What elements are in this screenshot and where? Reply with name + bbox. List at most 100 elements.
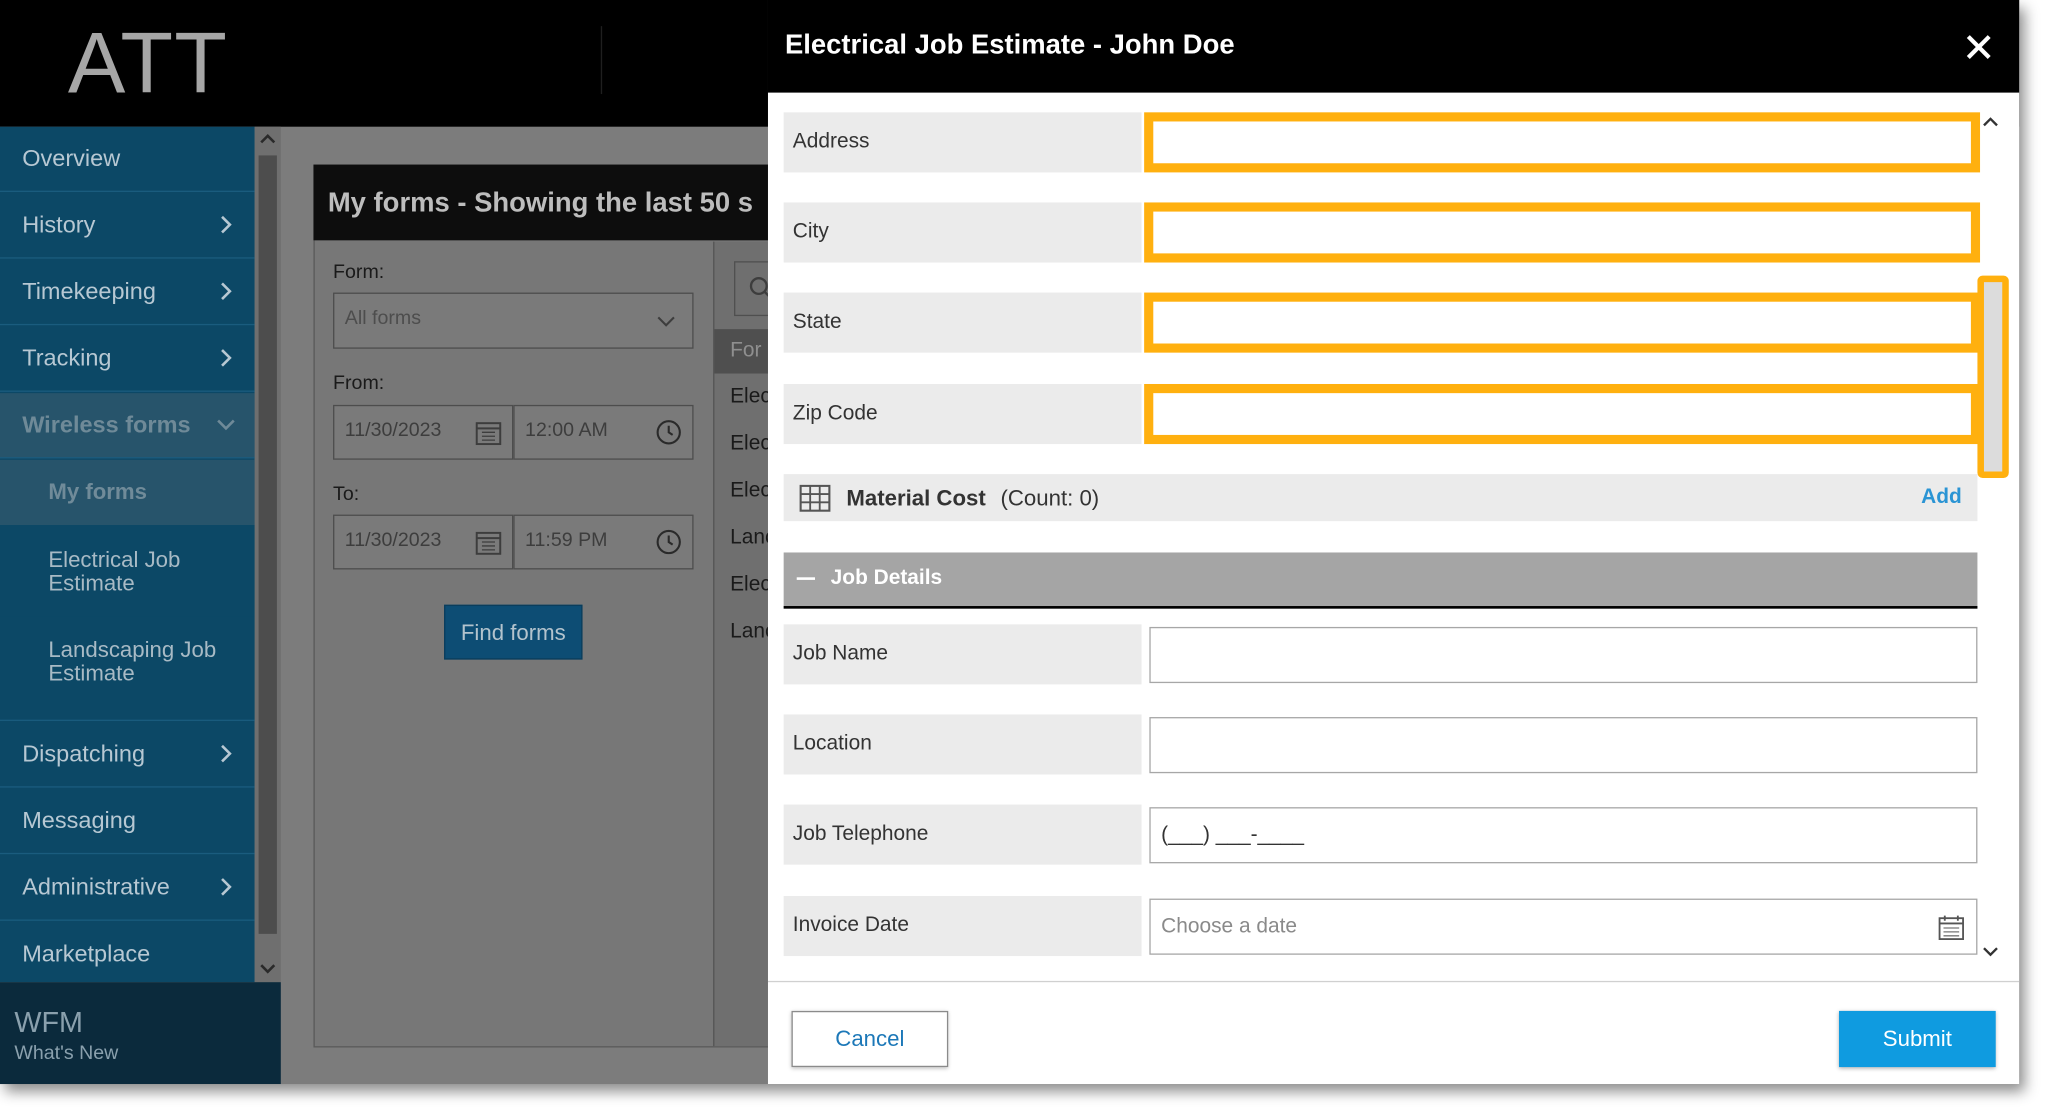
clock-icon[interactable] [656,529,682,555]
sidebar-subitem-my-forms[interactable]: My forms [0,459,255,526]
sidebar-item-label: History [22,211,96,238]
sidebar-subitem-label: Landscaping Job Estimate [48,637,217,686]
zip-code-input[interactable] [1144,383,1981,445]
cancel-button[interactable]: Cancel [791,1010,949,1068]
invoice-date-input[interactable]: Choose a date [1149,898,1978,955]
sidebar-scroll-thumb[interactable] [258,155,277,934]
job-details-section-title: Job Details [830,566,943,590]
sidebar-item-label: Messaging [22,807,136,834]
form-filter-label: Form: [333,261,385,284]
scroll-up-icon[interactable] [260,132,276,145]
sidebar-item-label: Tracking [22,344,112,371]
material-cost-add-link[interactable]: Add [1921,486,1962,510]
scroll-down-icon[interactable] [260,963,276,976]
job-telephone-input[interactable]: (___) ___-____ [1149,807,1978,864]
chevron-right-icon [221,744,232,763]
from-time-input[interactable]: 12:00 AM [513,404,694,460]
sidebar-scrollbar[interactable] [254,126,281,983]
sidebar-subitem-electrical-job-estimate[interactable]: Electrical Job Estimate [0,525,255,617]
from-date-input[interactable]: 11/30/2023 [333,404,514,460]
sidebar-item-overview[interactable]: Overview [0,127,255,192]
calendar-icon[interactable] [475,529,502,555]
scroll-up-icon[interactable] [1983,116,1999,127]
material-cost-count: (Count: 0) [1000,485,1100,511]
stage: ATT Overview History Timekeeping Trackin… [0,0,2048,1113]
scroll-down-icon[interactable] [1983,947,1999,957]
my-forms-title-text: My forms - Showing the last 50 s [327,188,754,219]
sidebar-subitem-landscaping-job-estimate[interactable]: Landscaping Job Estimate [0,616,255,721]
close-icon[interactable] [1964,33,1993,62]
location-input[interactable] [1149,717,1978,774]
job-telephone-label-text: Job Telephone [792,822,929,846]
address-input[interactable] [1144,112,1981,173]
sidebar-item-label: Timekeeping [22,278,156,305]
to-date-value: 11/30/2023 [344,528,442,552]
chevron-right-icon [221,282,232,301]
dialog-footer: Cancel Submit [767,980,2020,1085]
chevron-down-icon [217,419,235,431]
dialog-title: Electrical Job Estimate - John Doe [784,30,1235,61]
header-divider [600,26,603,95]
state-input[interactable] [1144,292,1981,353]
list-item-label: Elec [730,573,771,596]
job-telephone-input-mask: (___) ___-____ [1161,824,1305,847]
dialog-body: Address City State Zip Code Material Cos… [767,92,2020,981]
dialog-header: Electrical Job Estimate - John Doe [767,0,2020,93]
find-forms-button[interactable]: Find forms [444,604,583,660]
chevron-down-icon [657,316,675,327]
chevron-right-icon [221,215,232,234]
list-item-label: Elec [730,385,771,408]
invoice-date-label: Invoice Date [783,895,1142,957]
dialog-scrollbar[interactable] [1977,93,2019,981]
to-label: To: [333,483,360,506]
app-logo: ATT [67,14,229,112]
job-name-input[interactable] [1149,626,1978,684]
sidebar-item-marketplace[interactable]: Marketplace [0,922,255,987]
list-item-label: Elec [730,432,771,455]
from-time-value: 12:00 AM [525,419,608,442]
sidebar-item-tracking[interactable]: Tracking [0,327,255,392]
clock-icon[interactable] [656,419,682,445]
sidebar-item-label: Administrative [22,873,170,900]
sidebar-item-dispatching[interactable]: Dispatching [0,722,255,788]
submit-button[interactable]: Submit [1838,1010,1996,1068]
sidebar-item-messaging[interactable]: Messaging [0,789,255,855]
to-time-value: 11:59 PM [525,528,608,552]
sidebar-item-history[interactable]: History [0,193,255,259]
form-filter-select[interactable]: All forms [333,292,694,349]
sidebar-item-label: Dispatching [22,740,146,767]
sidebar-item-administrative[interactable]: Administrative [0,855,255,921]
collapse-icon[interactable] [796,577,816,580]
to-date-input[interactable]: 11/30/2023 [333,514,514,570]
from-date-value: 11/30/2023 [344,419,442,442]
calendar-icon[interactable] [475,419,502,446]
sidebar-item-label: Marketplace [22,940,151,967]
location-label: Location [783,714,1142,775]
to-time-input[interactable]: 11:59 PM [513,514,694,570]
address-row [768,112,2019,173]
wfm-title: WFM [14,1005,83,1039]
dialog-scroll-thumb[interactable] [1977,275,2009,479]
whats-new-link[interactable]: What's New [14,1042,118,1064]
material-cost-table: Material Cost (Count: 0) Add [783,474,1978,522]
sidebar-item-label: Wireless forms [22,411,191,438]
chevron-right-icon [221,878,232,896]
sidebar-item-timekeeping[interactable]: Timekeeping [0,260,255,326]
invoice-date-placeholder: Choose a date [1161,915,1298,938]
table-grid-icon [799,484,831,512]
job-telephone-label: Job Telephone [783,804,1142,865]
my-forms-title: My forms - Showing the last 50 s [313,164,784,241]
city-input[interactable] [1144,202,1981,263]
calendar-icon[interactable] [1938,914,1964,941]
chevron-right-icon [221,349,232,367]
sidebar-item-wireless-forms[interactable]: Wireless forms [0,393,255,459]
whats-new-panel[interactable]: WFM What's New [0,982,281,1085]
from-label: From: [333,372,385,395]
job-estimate-dialog: Electrical Job Estimate - John Doe Addre… [767,0,2020,1085]
sidebar-subitem-label: Electrical Job Estimate [48,547,181,596]
app-window: ATT Overview History Timekeeping Trackin… [0,0,2020,1085]
job-details-section-header[interactable]: Job Details [783,552,1978,609]
sidebar: Overview History Timekeeping Tracking Wi… [0,126,255,983]
job-name-label: Job Name [783,624,1142,685]
list-item-label: Elec [730,479,771,502]
